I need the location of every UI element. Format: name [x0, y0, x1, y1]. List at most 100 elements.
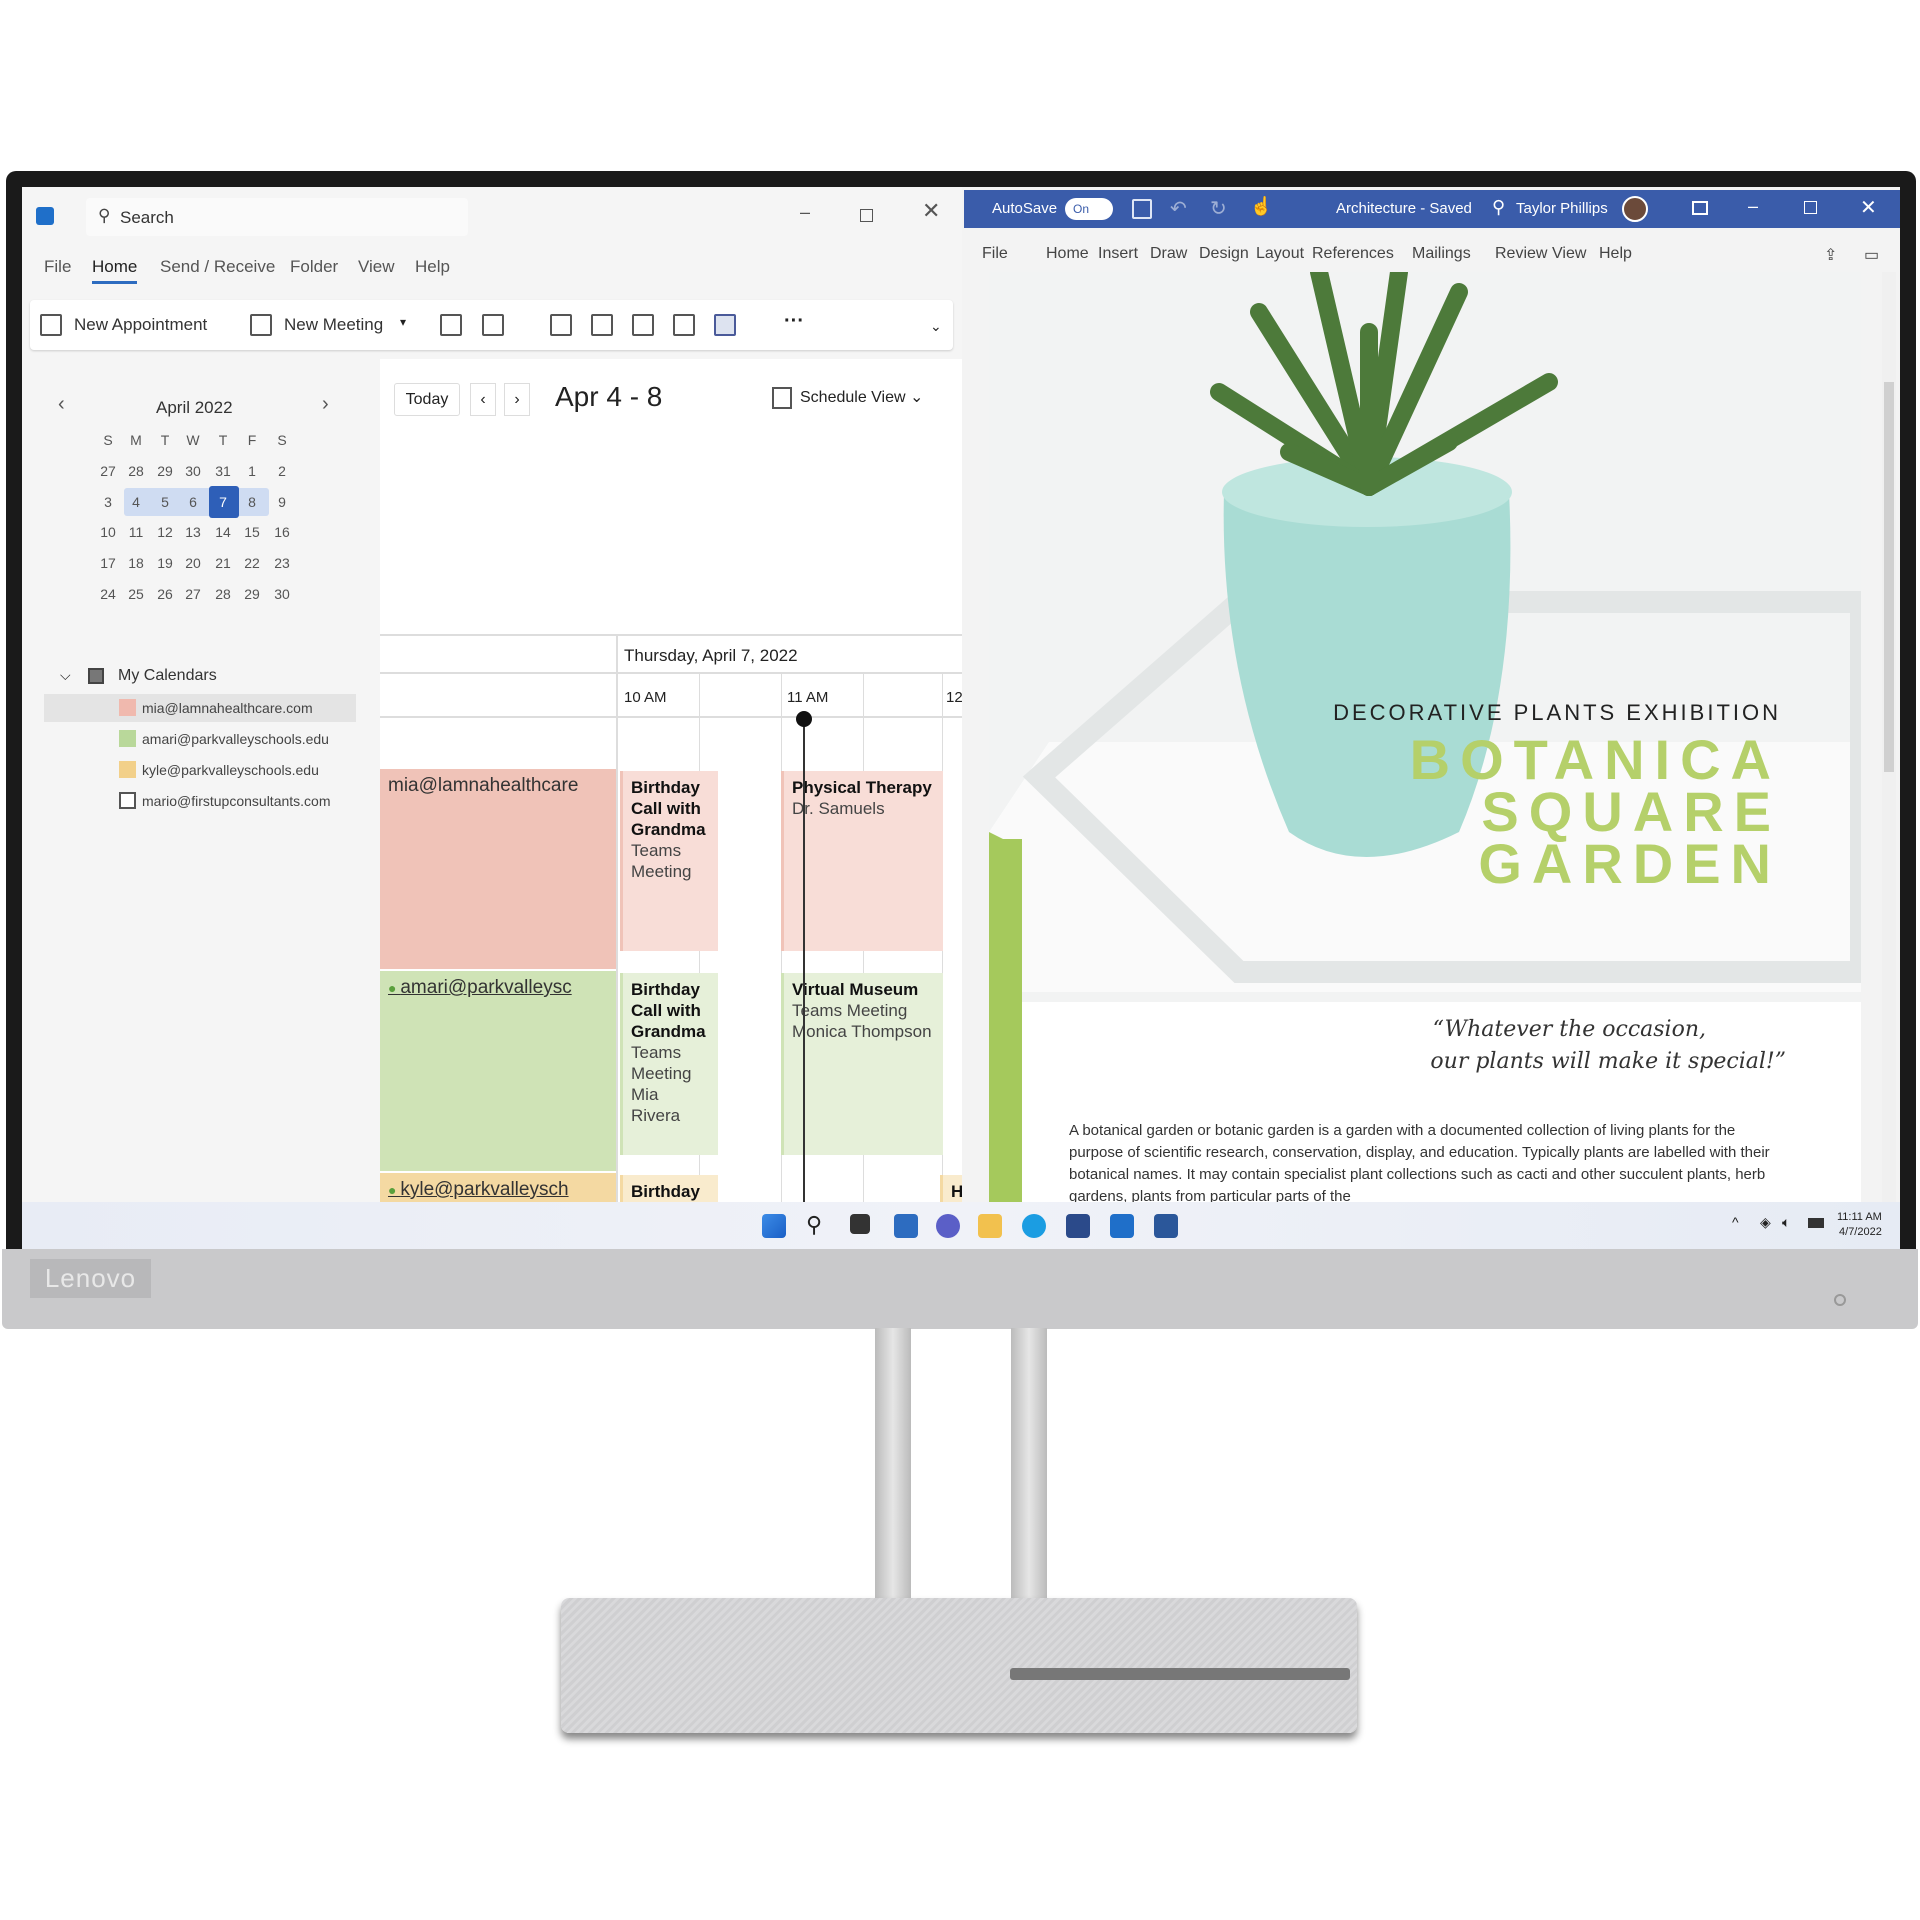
tab-draw[interactable]: Draw — [1150, 245, 1187, 263]
calendar-item[interactable]: mario@firstupconsultants.com — [142, 793, 331, 809]
today-button[interactable]: Today — [394, 383, 460, 416]
collapse-icon[interactable]: ⌵ — [60, 667, 71, 684]
task-view-icon[interactable] — [850, 1214, 870, 1234]
go-to-today-icon[interactable] — [440, 314, 462, 336]
tab-folder[interactable]: Folder — [290, 257, 338, 277]
chat-icon[interactable] — [936, 1214, 960, 1238]
avatar[interactable] — [1622, 196, 1648, 222]
day-cell[interactable]: 28 — [124, 463, 148, 479]
tab-view[interactable]: View — [358, 257, 395, 277]
day-cell[interactable]: 10 — [96, 524, 120, 540]
tab-design[interactable]: Design — [1199, 245, 1249, 263]
day-cell[interactable]: 12 — [153, 524, 177, 540]
restore-button[interactable] — [1804, 201, 1817, 214]
store-icon[interactable] — [1066, 1214, 1090, 1238]
schedule-view-icon[interactable] — [714, 314, 736, 336]
autosave-toggle[interactable]: On — [1065, 198, 1113, 220]
tab-references[interactable]: References — [1312, 245, 1394, 263]
day-cell[interactable]: 14 — [211, 524, 235, 540]
scrollbar[interactable] — [1882, 272, 1896, 1202]
expand-ribbon-icon[interactable]: ⌄ — [930, 318, 942, 335]
next-7-days-icon[interactable] — [482, 314, 504, 336]
touch-mode-icon[interactable]: ☝ — [1250, 196, 1272, 217]
day-cell[interactable]: 11 — [124, 524, 148, 540]
day-cell[interactable]: 24 — [96, 586, 120, 602]
document-title[interactable]: Architecture - Saved — [1336, 200, 1472, 217]
comments-icon[interactable]: ▭ — [1864, 245, 1879, 265]
chevron-up-icon[interactable]: ^ — [1732, 1214, 1739, 1230]
maximize-button[interactable] — [860, 209, 873, 222]
day-cell[interactable]: 7 — [211, 494, 235, 510]
redo-icon[interactable]: ↻ — [1210, 196, 1227, 221]
search-icon[interactable]: ⚲ — [806, 1214, 830, 1238]
week-view-icon[interactable] — [632, 314, 654, 336]
clock[interactable]: 11:11 AM 4/7/2022 — [1837, 1210, 1882, 1240]
calendar-event[interactable]: Birthday Call with Grandma Teams Meeting — [620, 771, 718, 951]
calendar-checkbox[interactable] — [119, 792, 136, 809]
share-icon[interactable]: ⇪ — [1824, 245, 1837, 265]
tab-send-receive[interactable]: Send / Receive — [160, 257, 275, 277]
day-cell[interactable]: 3 — [96, 494, 120, 510]
calendar-event[interactable]: Physical Therapy Dr. Samuels — [781, 771, 943, 951]
day-cell[interactable]: 15 — [240, 524, 264, 540]
edge-icon[interactable] — [1022, 1214, 1046, 1238]
user-name[interactable]: Taylor Phillips — [1516, 200, 1608, 217]
day-cell[interactable]: 21 — [211, 555, 235, 571]
calendar-event[interactable]: Virtual Museum Teams Meeting Monica Thomp… — [781, 973, 943, 1155]
ribbon-display-icon[interactable] — [1692, 201, 1708, 215]
day-cell[interactable]: 16 — [270, 524, 294, 540]
minimize-button[interactable]: – — [1748, 196, 1758, 217]
day-cell[interactable]: 23 — [270, 555, 294, 571]
tab-help[interactable]: Help — [1599, 245, 1632, 263]
month-view-icon[interactable] — [673, 314, 695, 336]
power-icon[interactable] — [1834, 1294, 1846, 1306]
day-cell[interactable]: 13 — [181, 524, 205, 540]
close-button[interactable]: ✕ — [1860, 195, 1877, 220]
day-view-icon[interactable] — [550, 314, 572, 336]
tab-home[interactable]: Home — [92, 257, 138, 284]
day-cell[interactable]: 19 — [153, 555, 177, 571]
day-cell[interactable]: 27 — [96, 463, 120, 479]
file-explorer-icon[interactable] — [978, 1214, 1002, 1238]
prev-button[interactable]: ‹ — [470, 383, 496, 416]
prev-month-button[interactable]: ‹ — [58, 393, 65, 416]
minimize-button[interactable]: – — [800, 202, 810, 223]
battery-icon[interactable] — [1808, 1218, 1824, 1228]
tab-home[interactable]: Home — [1046, 245, 1089, 263]
outlook-taskbar-icon[interactable] — [1110, 1214, 1134, 1238]
new-meeting-button[interactable]: New Meeting ▾ — [250, 300, 420, 350]
widgets-icon[interactable] — [894, 1214, 918, 1238]
day-cell[interactable]: 18 — [124, 555, 148, 571]
attendee-row-name[interactable]: ● amari@parkvalleysc — [380, 971, 616, 1171]
close-button[interactable]: ✕ — [922, 198, 940, 224]
attendee-row-name[interactable]: mia@lamnahealthcare — [380, 769, 616, 969]
calendar-item[interactable]: mia@lamnahealthcare.com — [142, 700, 313, 716]
tab-mailings[interactable]: Mailings — [1412, 245, 1471, 263]
day-cell[interactable]: 4 — [124, 494, 148, 510]
undo-icon[interactable]: ↶ — [1170, 196, 1187, 221]
tab-review[interactable]: Review — [1495, 245, 1547, 263]
day-cell[interactable]: 26 — [153, 586, 177, 602]
day-cell[interactable]: 1 — [240, 463, 264, 479]
more-options-button[interactable]: ··· — [784, 310, 804, 333]
calendar-item[interactable]: amari@parkvalleyschools.edu — [142, 731, 329, 747]
word-taskbar-icon[interactable] — [1154, 1214, 1178, 1238]
day-cell[interactable]: 25 — [124, 586, 148, 602]
day-cell[interactable]: 30 — [270, 586, 294, 602]
tab-insert[interactable]: Insert — [1098, 245, 1138, 263]
work-week-icon[interactable] — [591, 314, 613, 336]
schedule-view-dropdown[interactable]: Schedule View ⌄ — [772, 387, 923, 409]
day-cell[interactable]: 29 — [240, 586, 264, 602]
calendar-item[interactable]: kyle@parkvalleyschools.edu — [142, 762, 319, 778]
volume-icon[interactable]: 🔈︎ — [1782, 1214, 1790, 1231]
tab-layout[interactable]: Layout — [1256, 245, 1304, 263]
tab-help[interactable]: Help — [415, 257, 450, 277]
calendar-checkbox[interactable] — [119, 699, 136, 716]
day-cell[interactable]: 27 — [181, 586, 205, 602]
day-cell[interactable]: 17 — [96, 555, 120, 571]
tab-file[interactable]: File — [44, 257, 71, 277]
day-cell[interactable]: 2 — [270, 463, 294, 479]
tab-file[interactable]: File — [982, 245, 1008, 263]
new-appointment-button[interactable]: New Appointment — [40, 300, 230, 350]
wifi-icon[interactable]: ◈ — [1760, 1214, 1771, 1231]
